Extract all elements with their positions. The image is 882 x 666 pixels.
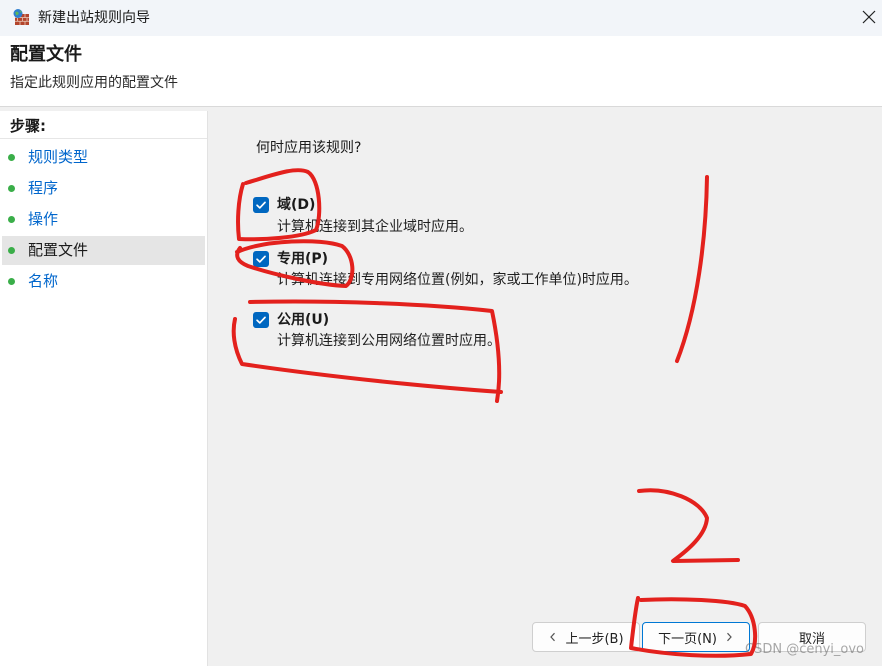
- green-dot-icon: [8, 185, 15, 192]
- chevron-right-icon: [726, 632, 732, 642]
- checkmark-icon: [256, 316, 266, 324]
- cancel-button[interactable]: 取消: [758, 622, 866, 652]
- step-rule-type[interactable]: 规则类型: [2, 143, 205, 172]
- private-checkbox[interactable]: [253, 251, 269, 267]
- next-button[interactable]: 下一页(N): [642, 622, 750, 652]
- checkmark-icon: [256, 255, 266, 263]
- firewall-icon: [12, 8, 30, 26]
- green-dot-icon: [8, 216, 15, 223]
- step-program[interactable]: 程序: [2, 174, 205, 203]
- chevron-left-icon: [550, 632, 556, 642]
- steps-heading: 步骤:: [10, 117, 46, 135]
- cancel-button-label: 取消: [798, 631, 825, 647]
- close-button[interactable]: [856, 4, 882, 30]
- green-dot-icon: [8, 278, 15, 285]
- public-label[interactable]: 公用(U): [277, 311, 329, 329]
- step-profile: 配置文件: [2, 236, 205, 265]
- annotation-number-2-mark: [637, 488, 740, 563]
- annotation-box-public: [231, 299, 503, 403]
- annotation-number-1-mark: [675, 175, 709, 363]
- step-label[interactable]: 程序: [28, 174, 58, 203]
- step-label: 配置文件: [28, 241, 89, 259]
- step-label[interactable]: 操作: [28, 205, 58, 234]
- green-dot-icon: [8, 247, 15, 254]
- steps-divider: [0, 138, 207, 139]
- title-bar[interactable]: 新建出站规则向导: [0, 0, 882, 36]
- private-description: 计算机连接到专用网络位置(例如，家或工作单位)时应用。: [277, 272, 638, 288]
- page-header: 配置文件 指定此规则应用的配置文件: [0, 36, 882, 106]
- steps-pane: 步骤: 规则类型 程序 操作 配置文件 名称: [0, 111, 208, 666]
- step-label[interactable]: 名称: [28, 267, 58, 296]
- green-dot-icon: [8, 154, 15, 161]
- public-description: 计算机连接到公用网络位置时应用。: [277, 333, 501, 349]
- public-checkbox[interactable]: [253, 312, 269, 328]
- page-title: 配置文件: [10, 44, 82, 65]
- private-label[interactable]: 专用(P): [277, 250, 328, 268]
- step-name[interactable]: 名称: [2, 267, 205, 296]
- page-subtitle: 指定此规则应用的配置文件: [10, 75, 178, 91]
- profile-question: 何时应用该规则?: [256, 140, 362, 156]
- close-icon: [862, 10, 876, 24]
- header-divider: [0, 106, 882, 107]
- step-action[interactable]: 操作: [2, 205, 205, 234]
- domain-description: 计算机连接到其企业域时应用。: [277, 219, 473, 235]
- checkmark-icon: [256, 201, 266, 209]
- domain-label[interactable]: 域(D): [277, 196, 315, 214]
- window-title: 新建出站规则向导: [38, 10, 150, 26]
- back-button-label: 上一步(B): [565, 631, 624, 647]
- domain-checkbox[interactable]: [253, 197, 269, 213]
- back-button[interactable]: 上一步(B): [532, 622, 640, 652]
- next-button-label: 下一页(N): [658, 631, 717, 647]
- step-label[interactable]: 规则类型: [28, 143, 88, 172]
